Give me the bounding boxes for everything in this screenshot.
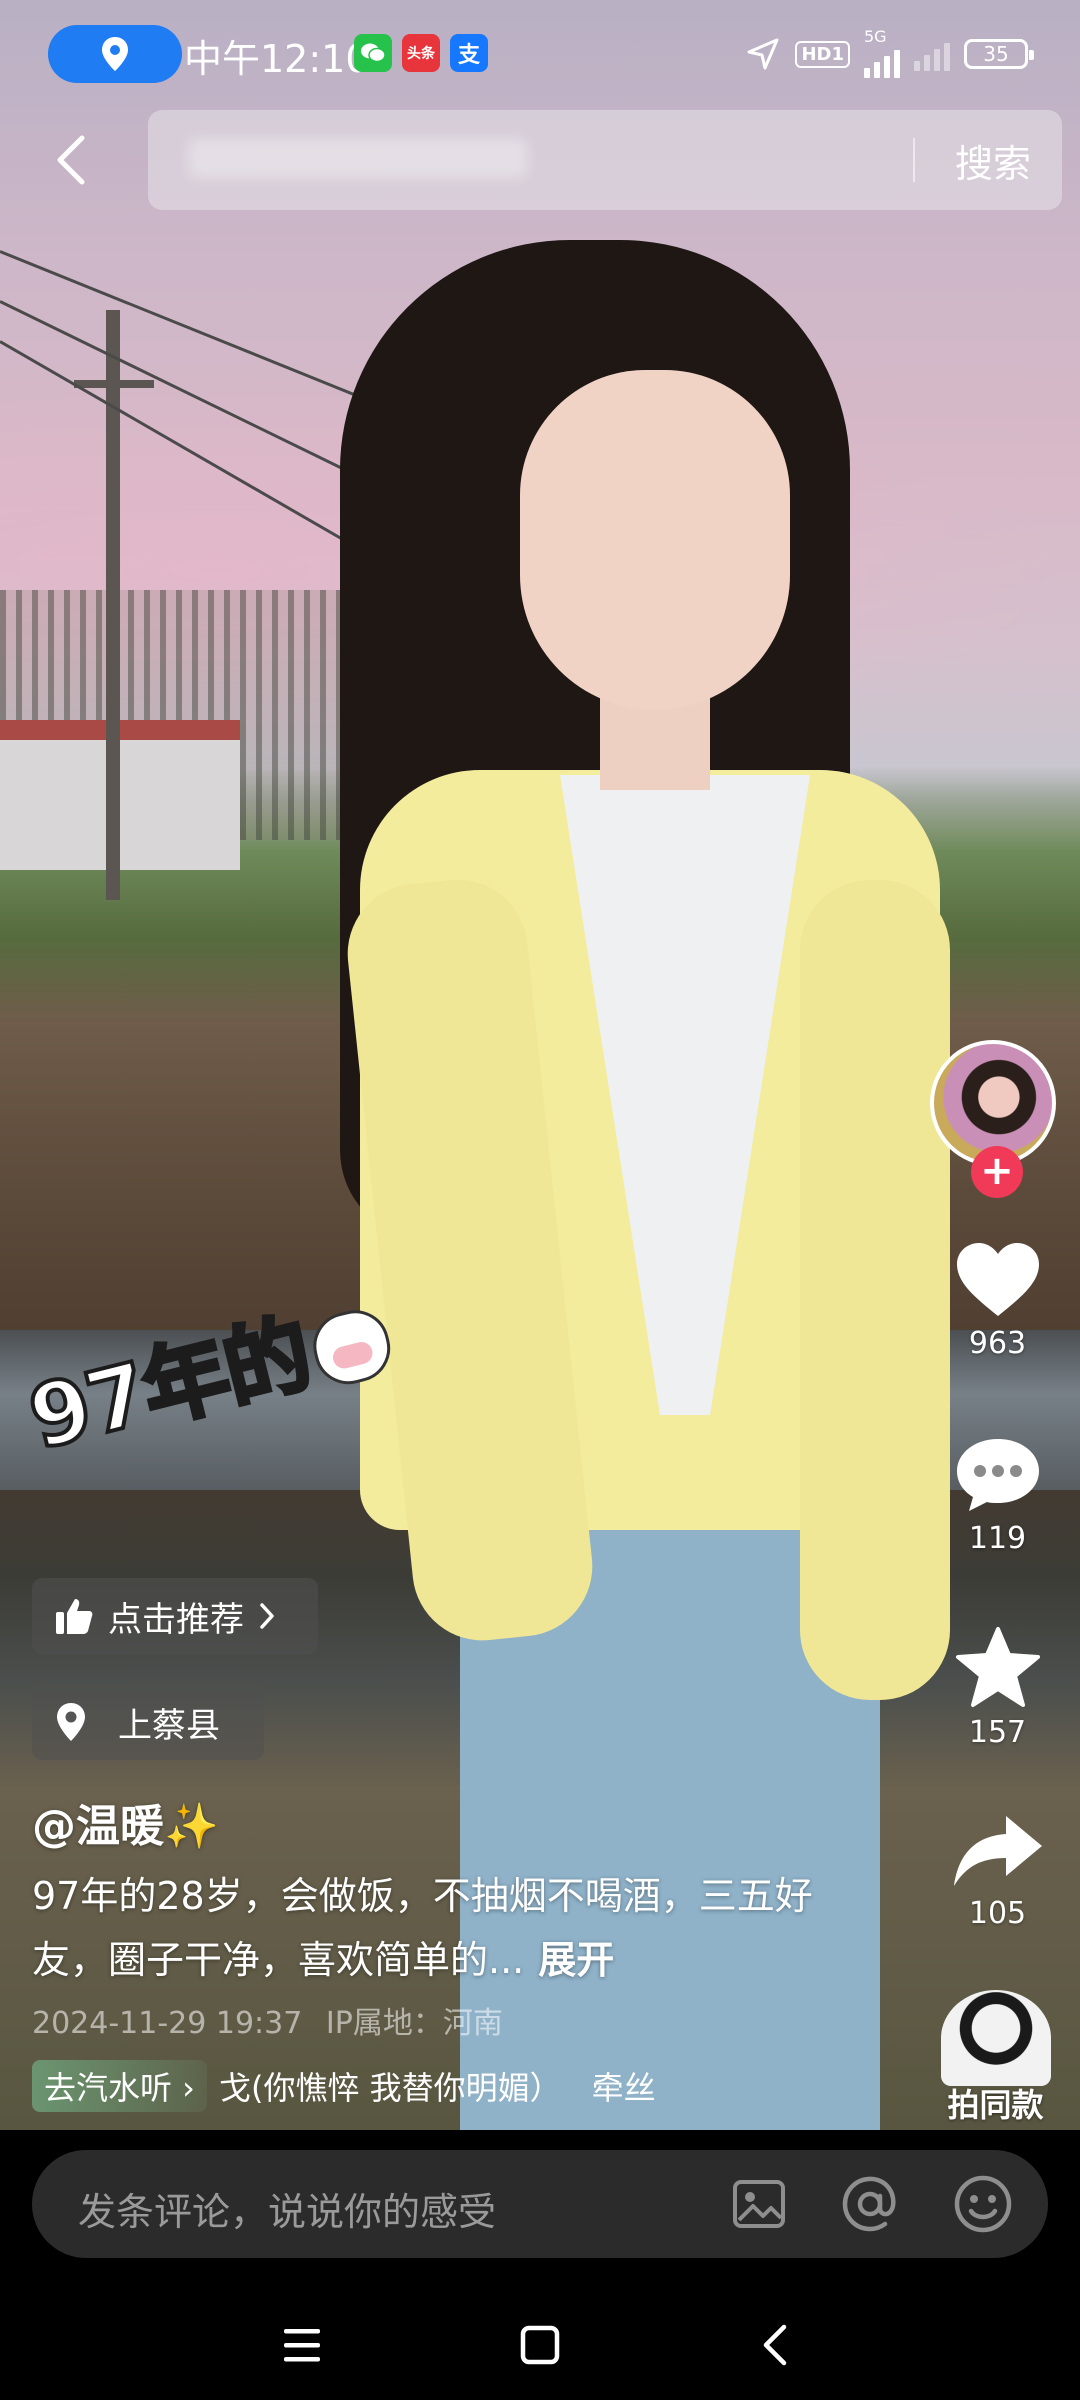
- qishui-music-chip[interactable]: 去汽水听 ›: [32, 2060, 207, 2112]
- wechat-icon: [354, 34, 392, 72]
- signal-5g: 5G: [864, 27, 900, 78]
- share-arrow-icon: [953, 1816, 1042, 1886]
- ip-location: IP属地：河南: [325, 2006, 503, 2041]
- mention-icon[interactable]: [840, 2174, 900, 2234]
- comment-button[interactable]: 119: [930, 1435, 1065, 1556]
- search-divider: [913, 138, 915, 182]
- chevron-right-icon: [258, 1602, 276, 1630]
- back-button[interactable]: [40, 118, 104, 202]
- comment-bar[interactable]: 发条评论，说说你的感受: [32, 2150, 1048, 2258]
- like-button[interactable]: 963: [930, 1240, 1065, 1361]
- post-date: 2024-11-29 19:37: [32, 2006, 303, 2041]
- author-name[interactable]: @温暖✨: [32, 1790, 219, 1854]
- expand-button[interactable]: 展开: [538, 1938, 614, 1982]
- comment-count: 119: [968, 1521, 1027, 1556]
- screen: 中午12:10 头条 支 HD1 5G 35 搜索 + 963 119 157 …: [0, 0, 1080, 2400]
- heart-icon: [956, 1243, 1039, 1316]
- battery-level: 35: [983, 42, 1009, 66]
- menu-nav-button[interactable]: [262, 2312, 342, 2378]
- toutiao-icon: 头条: [402, 34, 440, 72]
- person-arm: [800, 880, 950, 1700]
- post-description[interactable]: 97年的28岁，会做饭，不抽烟不喝酒，三五好友，圈子干净，喜欢简单的... 展开: [32, 1864, 852, 1992]
- like-count: 963: [968, 1326, 1027, 1361]
- location-pin-icon: [102, 37, 128, 71]
- same-style-thumbnail: [940, 1990, 1051, 2086]
- share-count: 105: [968, 1896, 1027, 1931]
- network-label: 5G: [864, 27, 887, 46]
- system-nav-bar: [0, 2290, 1080, 2400]
- location-label: 上蔡县: [118, 1705, 220, 1746]
- favorite-button[interactable]: 157: [930, 1625, 1065, 1750]
- music-chip-label: 去汽水听 ›: [44, 2069, 195, 2107]
- comment-bubble-icon: [956, 1439, 1039, 1511]
- background-house: [0, 720, 240, 870]
- location-pill[interactable]: [48, 25, 182, 83]
- search-bar[interactable]: 搜索: [148, 110, 1062, 210]
- map-pin-icon: [54, 1701, 88, 1743]
- location-chip[interactable]: 上蔡县: [32, 1684, 264, 1760]
- navigation-arrow-icon: [747, 38, 779, 70]
- star-icon: [955, 1627, 1040, 1707]
- post-meta: 2024-11-29 19:37 IP属地：河南: [32, 1998, 503, 2042]
- utility-pole-bar: [74, 380, 154, 388]
- emoji-icon[interactable]: [953, 2174, 1013, 2234]
- back-nav-button[interactable]: [736, 2312, 816, 2378]
- recommend-label: 点击推荐: [108, 1599, 244, 1640]
- hd-badge: HD1: [795, 40, 850, 68]
- recommend-chip[interactable]: 点击推荐: [32, 1578, 318, 1654]
- utility-pole: [106, 310, 120, 900]
- comment-input[interactable]: 发条评论，说说你的感受: [78, 2181, 496, 2236]
- description-text: 97年的28岁，会做饭，不抽烟不喝酒，三五好友，圈子干净，喜欢简单的...: [32, 1874, 813, 1982]
- home-square-icon: [520, 2325, 560, 2365]
- favorite-count: 157: [968, 1715, 1027, 1750]
- status-time: 中午12:10: [184, 37, 370, 81]
- person-face: [520, 370, 790, 710]
- signal-bars-secondary-icon: [914, 37, 950, 71]
- share-button[interactable]: 105: [930, 1810, 1065, 1931]
- same-style-button[interactable]: 拍同款: [928, 1990, 1063, 2126]
- alipay-icon: 支: [450, 34, 488, 72]
- chevron-left-icon: [57, 135, 85, 185]
- status-indicators: HD1 5G 35: [745, 27, 1034, 80]
- music-row[interactable]: 去汽水听 › 戈(你憔悴 我替你明媚） 牵丝: [32, 2058, 656, 2114]
- search-button[interactable]: 搜索: [938, 130, 1048, 190]
- thumbs-up-icon: [54, 1596, 94, 1636]
- menu-icon: [284, 2329, 320, 2362]
- music-track: 戈(你憔悴 我替你明媚）: [218, 2069, 562, 2107]
- image-picker-icon[interactable]: [729, 2174, 789, 2234]
- status-bar: 中午12:10 头条 支 HD1 5G 35: [0, 0, 1080, 110]
- signal-bars-icon: [864, 44, 900, 78]
- back-triangle-icon: [763, 2324, 787, 2366]
- follow-button[interactable]: +: [971, 1146, 1023, 1198]
- music-artist: 牵丝: [591, 2069, 656, 2107]
- home-nav-button[interactable]: [500, 2312, 580, 2378]
- search-hint-blurred: [188, 138, 528, 178]
- same-style-label: 拍同款: [947, 2086, 1044, 2124]
- battery-icon: 35: [964, 39, 1034, 69]
